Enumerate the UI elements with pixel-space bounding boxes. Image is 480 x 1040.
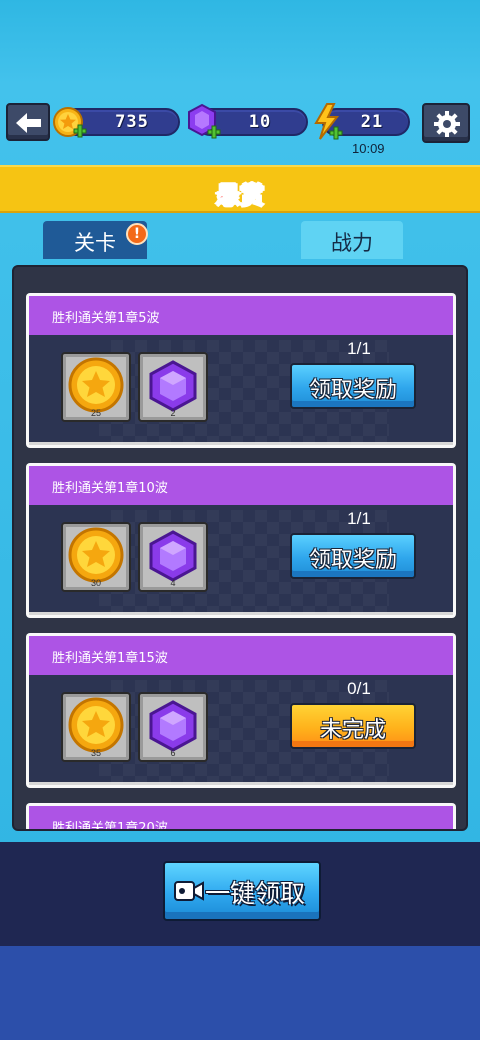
- quest-title: 胜利通关第1章15波: [29, 636, 453, 675]
- video-camera-icon: [174, 881, 204, 901]
- reward-count: 35: [90, 748, 101, 758]
- gem-icon: [188, 103, 221, 139]
- quest-progress: 1/1: [347, 339, 371, 358]
- quest-card: 胜利通关第1章15波 35 6 0/1 未完成: [26, 633, 456, 788]
- quest-title: 胜利通关第1章20波: [29, 806, 453, 829]
- reward-slot[interactable]: 6: [138, 692, 208, 762]
- reward-slot[interactable]: 2: [138, 352, 208, 422]
- back-arrow-icon: [16, 113, 41, 133]
- settings-button[interactable]: [422, 103, 470, 143]
- alert-badge: !: [126, 223, 148, 245]
- reward-count: 6: [170, 748, 176, 758]
- reward-count: 25: [90, 408, 101, 418]
- reward-count: 4: [170, 578, 176, 588]
- quest-card: 胜利通关第1章10波 30 4 1/1 领取奖励: [26, 463, 456, 618]
- incomplete-button[interactable]: 未完成: [290, 703, 416, 749]
- reward-slot[interactable]: 35: [61, 692, 131, 762]
- quest-card: 胜利通关第1章20波: [26, 803, 456, 829]
- tab-power[interactable]: 战力: [301, 221, 403, 259]
- back-button[interactable]: [6, 103, 50, 141]
- title-banner: 悬赏: [0, 165, 480, 213]
- page-title: 悬赏: [216, 181, 265, 210]
- reward-count: 30: [90, 578, 101, 588]
- claim-reward-button[interactable]: 领取奖励: [290, 533, 416, 579]
- footer-area: [0, 946, 480, 1040]
- top-bar: 735 10 21 10:09: [0, 0, 480, 165]
- coin-icon: [53, 107, 87, 138]
- claim-reward-button[interactable]: 领取奖励: [290, 363, 416, 409]
- energy-timer: 10:09: [352, 141, 385, 156]
- claim-all-button[interactable]: 一键领取: [163, 861, 321, 921]
- quest-title: 胜利通关第1章5波: [29, 296, 453, 335]
- quest-progress: 1/1: [347, 509, 371, 528]
- quest-list[interactable]: 胜利通关第1章5波 25 2 1/1 领取奖励 胜利通关第1章10波 30 4 …: [12, 265, 468, 831]
- gear-icon: [434, 111, 460, 137]
- reward-slot[interactable]: 4: [138, 522, 208, 592]
- reward-slot[interactable]: 25: [61, 352, 131, 422]
- lightning-icon: [314, 103, 343, 140]
- reward-slot[interactable]: 30: [61, 522, 131, 592]
- claim-all-label: 一键领取: [205, 879, 306, 908]
- quest-title: 胜利通关第1章10波: [29, 466, 453, 505]
- quest-card: 胜利通关第1章5波 25 2 1/1 领取奖励: [26, 293, 456, 448]
- reward-count: 2: [170, 408, 176, 418]
- quest-progress: 0/1: [347, 679, 371, 698]
